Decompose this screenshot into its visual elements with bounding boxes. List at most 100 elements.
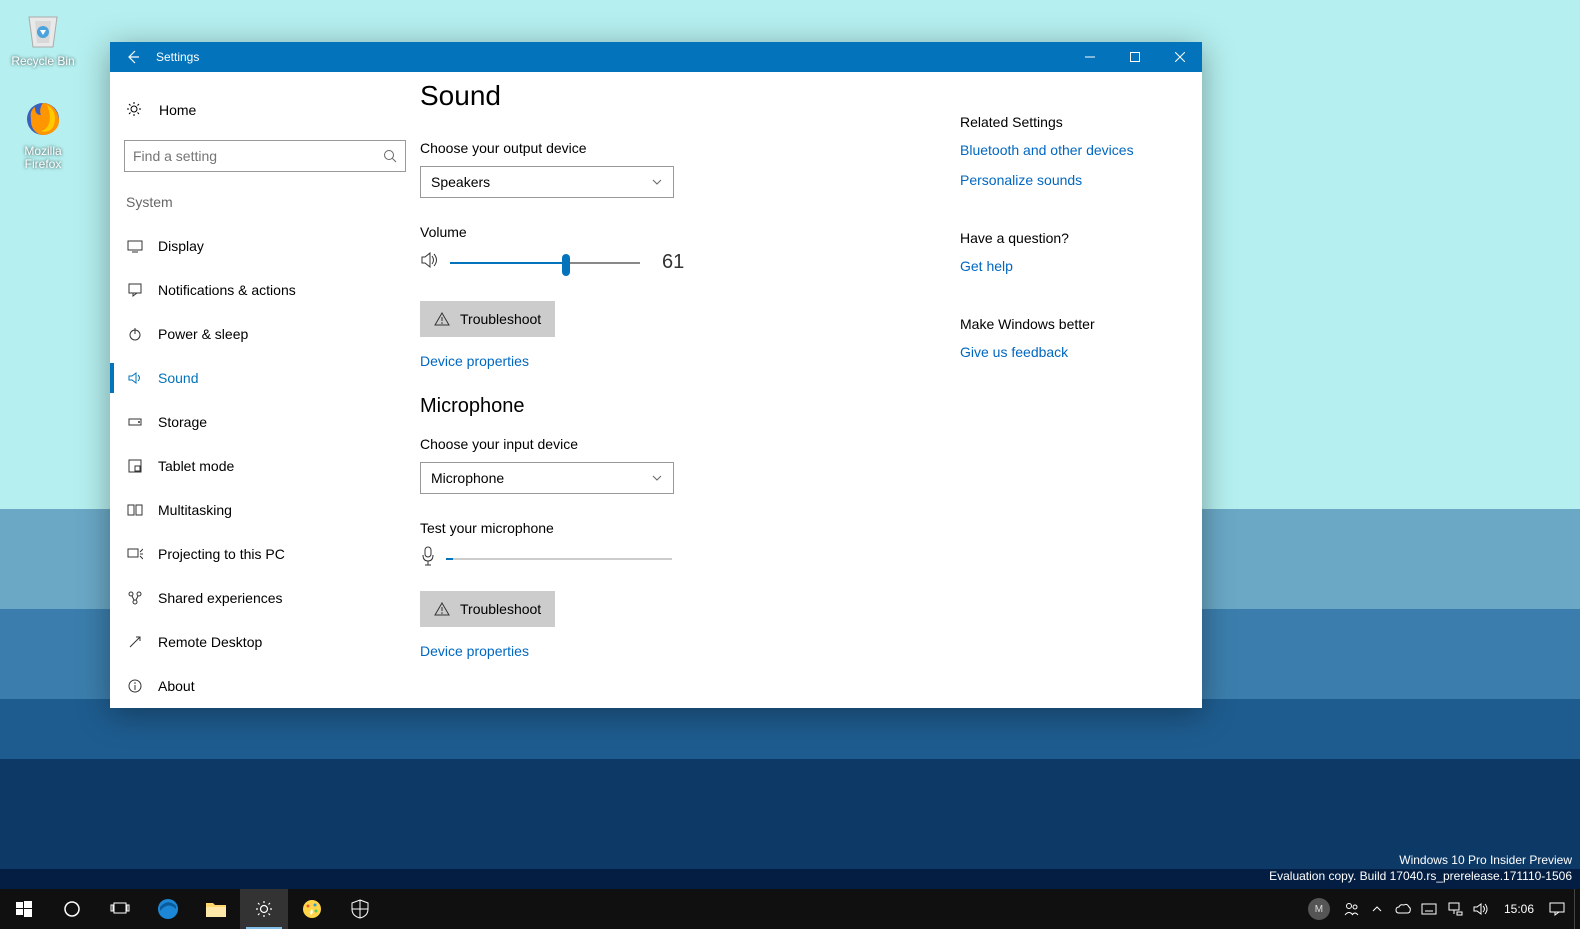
taskbar-people[interactable] bbox=[1338, 889, 1364, 929]
output-device-dropdown[interactable]: Speakers bbox=[420, 166, 674, 198]
edge-icon bbox=[156, 897, 180, 921]
input-device-properties-link[interactable]: Device properties bbox=[420, 643, 960, 659]
home-label: Home bbox=[159, 102, 196, 118]
action-center-button[interactable] bbox=[1544, 889, 1570, 929]
firefox-icon bbox=[19, 95, 67, 143]
mic-level-bar bbox=[446, 558, 672, 560]
recycle-bin-icon bbox=[19, 5, 67, 53]
chevron-down-icon bbox=[651, 176, 663, 188]
input-device-dropdown[interactable]: Microphone bbox=[420, 462, 674, 494]
cloud-icon bbox=[1395, 903, 1411, 915]
output-device-label: Choose your output device bbox=[420, 140, 960, 156]
projecting-icon bbox=[126, 545, 144, 563]
mic-test-label: Test your microphone bbox=[420, 520, 960, 536]
nav-display[interactable]: Display bbox=[124, 224, 406, 268]
sound-icon bbox=[126, 369, 144, 387]
storage-icon bbox=[126, 413, 144, 431]
task-view-button[interactable] bbox=[96, 889, 144, 929]
question-title: Have a question? bbox=[960, 230, 1162, 246]
task-view-icon bbox=[110, 901, 130, 917]
troubleshoot-output-button[interactable]: Troubleshoot bbox=[420, 301, 555, 337]
taskbar-people-avatar[interactable]: M bbox=[1308, 898, 1330, 920]
power-icon bbox=[126, 325, 144, 343]
nav-storage[interactable]: Storage bbox=[124, 400, 406, 444]
windows-icon bbox=[16, 901, 32, 917]
close-button[interactable] bbox=[1157, 42, 1202, 72]
taskbar-edge[interactable] bbox=[144, 889, 192, 929]
keyboard-icon bbox=[1421, 903, 1437, 915]
nav-notifications[interactable]: Notifications & actions bbox=[124, 268, 406, 312]
about-icon bbox=[126, 677, 144, 695]
nav-sound[interactable]: Sound bbox=[124, 356, 406, 400]
back-button[interactable] bbox=[110, 42, 156, 72]
nav-projecting[interactable]: Projecting to this PC bbox=[124, 532, 406, 576]
nav-tablet[interactable]: Tablet mode bbox=[124, 444, 406, 488]
microphone-icon bbox=[420, 546, 436, 571]
notifications-icon bbox=[126, 281, 144, 299]
desktop-icon-recycle-bin[interactable]: Recycle Bin bbox=[5, 5, 81, 68]
better-title: Make Windows better bbox=[960, 316, 1162, 332]
warning-icon bbox=[434, 311, 450, 327]
speaker-icon[interactable] bbox=[420, 250, 440, 275]
volume-icon bbox=[1473, 902, 1489, 916]
paint-icon bbox=[301, 898, 323, 920]
desktop-watermark: Windows 10 Pro Insider Preview Evaluatio… bbox=[1269, 852, 1572, 884]
chevron-down-icon bbox=[651, 472, 663, 484]
nav-shared[interactable]: Shared experiences bbox=[124, 576, 406, 620]
tray-volume[interactable] bbox=[1468, 889, 1494, 929]
related-settings-title: Related Settings bbox=[960, 114, 1162, 130]
cortana-button[interactable] bbox=[48, 889, 96, 929]
remote-icon bbox=[126, 633, 144, 651]
tray-onedrive[interactable] bbox=[1390, 889, 1416, 929]
display-icon bbox=[126, 237, 144, 255]
nav-multitasking[interactable]: Multitasking bbox=[124, 488, 406, 532]
home-button[interactable]: Home bbox=[124, 90, 406, 130]
shared-icon bbox=[126, 589, 144, 607]
nav-remote[interactable]: Remote Desktop bbox=[124, 620, 406, 664]
tray-input[interactable] bbox=[1416, 889, 1442, 929]
section-label: System bbox=[124, 194, 406, 210]
page-title: Sound bbox=[420, 80, 960, 112]
taskbar-settings[interactable] bbox=[240, 889, 288, 929]
related-link-personalize[interactable]: Personalize sounds bbox=[960, 172, 1162, 188]
shield-icon bbox=[351, 899, 369, 919]
start-button[interactable] bbox=[0, 889, 48, 929]
nav-power[interactable]: Power & sleep bbox=[124, 312, 406, 356]
taskbar-file-explorer[interactable] bbox=[192, 889, 240, 929]
warning-icon bbox=[434, 601, 450, 617]
desktop-icon-firefox[interactable]: Mozilla Firefox bbox=[5, 95, 81, 171]
input-device-label: Choose your input device bbox=[420, 436, 960, 452]
volume-slider[interactable] bbox=[450, 262, 640, 264]
gear-icon bbox=[126, 101, 142, 120]
taskbar-clock[interactable]: 15:06 bbox=[1494, 902, 1544, 916]
desktop-icon-label: Recycle Bin bbox=[11, 55, 74, 68]
folder-icon bbox=[205, 900, 227, 918]
search-box[interactable] bbox=[124, 140, 406, 172]
nav-about[interactable]: About bbox=[124, 664, 406, 708]
window-titlebar[interactable]: Settings bbox=[110, 42, 1202, 72]
microphone-header: Microphone bbox=[420, 395, 960, 418]
cortana-icon bbox=[63, 900, 81, 918]
tray-chevron[interactable] bbox=[1364, 889, 1390, 929]
people-icon bbox=[1343, 901, 1359, 917]
taskbar-paint[interactable] bbox=[288, 889, 336, 929]
settings-window: Settings Home System Display bbox=[110, 42, 1202, 708]
tray-network[interactable] bbox=[1442, 889, 1468, 929]
desktop-icon-label: Mozilla Firefox bbox=[5, 145, 81, 171]
minimize-button[interactable] bbox=[1067, 42, 1112, 72]
troubleshoot-input-button[interactable]: Troubleshoot bbox=[420, 591, 555, 627]
window-title: Settings bbox=[156, 50, 199, 64]
related-link-bluetooth[interactable]: Bluetooth and other devices bbox=[960, 142, 1162, 158]
volume-label: Volume bbox=[420, 224, 960, 240]
settings-sidebar: Home System Display Notifications & acti… bbox=[110, 72, 420, 708]
search-input[interactable] bbox=[133, 148, 383, 164]
maximize-button[interactable] bbox=[1112, 42, 1157, 72]
search-icon bbox=[383, 149, 397, 163]
get-help-link[interactable]: Get help bbox=[960, 258, 1162, 274]
tablet-icon bbox=[126, 457, 144, 475]
show-desktop-button[interactable] bbox=[1574, 889, 1580, 929]
taskbar-defender[interactable] bbox=[336, 889, 384, 929]
output-device-properties-link[interactable]: Device properties bbox=[420, 353, 960, 369]
multitasking-icon bbox=[126, 501, 144, 519]
feedback-link[interactable]: Give us feedback bbox=[960, 344, 1162, 360]
